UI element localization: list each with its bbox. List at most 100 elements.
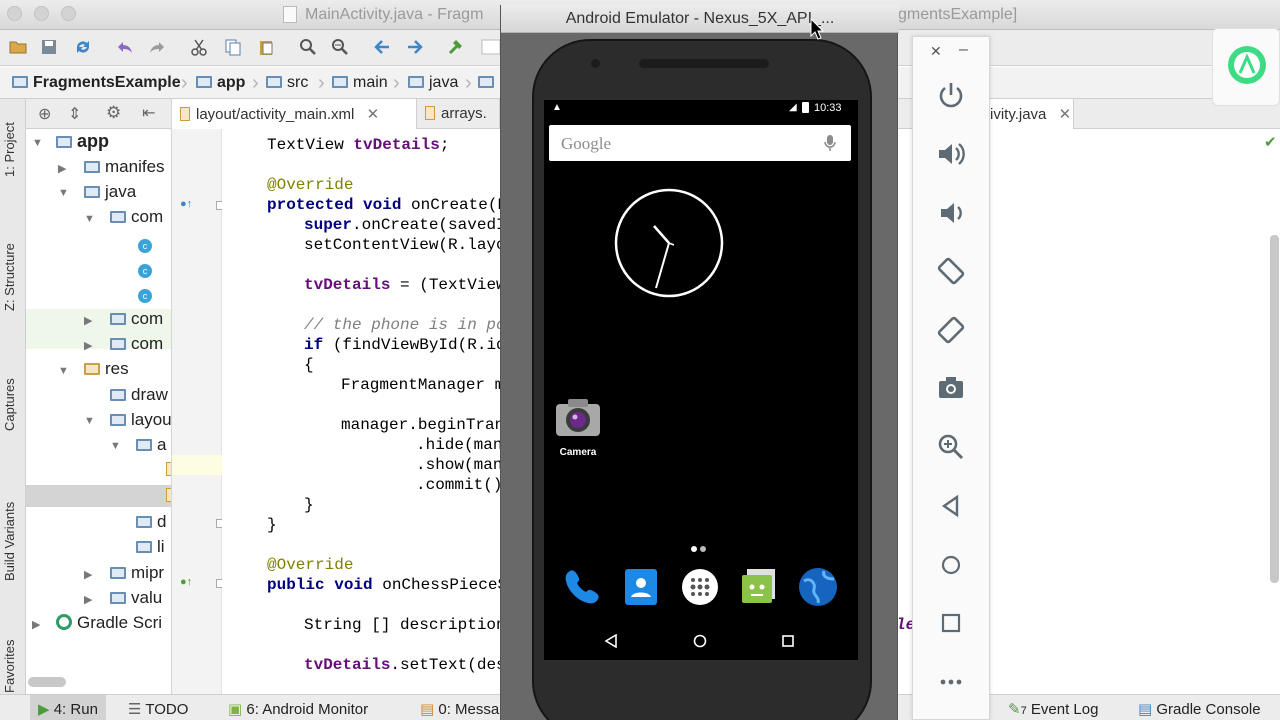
- tool-tab-build-variants[interactable]: Build Variants: [2, 502, 17, 581]
- breadcrumb-java[interactable]: java: [408, 74, 458, 92]
- package-icon: [110, 211, 126, 223]
- run-tool-button[interactable]: ▶ 4: Run: [30, 695, 106, 720]
- tool-tab-project[interactable]: 1: Project: [2, 122, 17, 177]
- screenshot-camera-icon[interactable]: [935, 372, 967, 404]
- tree-item-li[interactable]: li: [136, 537, 165, 557]
- tree-item-class[interactable]: c: [138, 259, 152, 279]
- zoom-icon[interactable]: [935, 431, 967, 463]
- rotate-right-icon[interactable]: [935, 314, 967, 346]
- analog-clock-widget[interactable]: [614, 188, 724, 298]
- google-search-bar[interactable]: Google: [549, 125, 851, 161]
- contacts-app-icon[interactable]: [619, 565, 663, 609]
- expand-icon: ▼: [58, 365, 69, 377]
- tree-item-res[interactable]: res: [84, 359, 129, 379]
- home-icon[interactable]: [935, 549, 967, 581]
- tree-item-package-android-test[interactable]: com: [110, 334, 163, 354]
- class-icon: c: [138, 264, 152, 278]
- close-window-button[interactable]: [7, 6, 22, 21]
- messages-tool-button[interactable]: ▤ 0: Messa: [420, 700, 499, 718]
- gradle-console-tool-button[interactable]: ▤ Gradle Console: [1138, 700, 1261, 718]
- crosshair-icon[interactable]: ⊕: [38, 104, 51, 124]
- tree-item-layout[interactable]: layou: [110, 410, 171, 430]
- project-horizontal-scrollbar[interactable]: [28, 677, 66, 687]
- implement-marker-icon[interactable]: ●↑: [180, 576, 192, 588]
- nav-recents-button[interactable]: [781, 634, 795, 653]
- app-drawer-icon[interactable]: [678, 565, 722, 609]
- emulator-titlebar[interactable]: Android Emulator - Nexus_5X_API_...: [501, 5, 899, 33]
- tree-item-mipmap[interactable]: mipr: [110, 563, 164, 583]
- tree-item-d[interactable]: d: [136, 512, 166, 532]
- close-tab-icon[interactable]: ✕: [1059, 106, 1072, 123]
- browser-app-icon[interactable]: [796, 565, 840, 609]
- undo-icon[interactable]: [114, 37, 136, 59]
- tool-tab-structure[interactable]: Z: Structure: [2, 243, 17, 311]
- tab-activity-main-xml[interactable]: layout/activity_main.xml ✕: [172, 99, 417, 129]
- tree-item-class[interactable]: c: [138, 234, 152, 254]
- code-line: tvDetails.setText(des: [304, 656, 506, 674]
- editor-vertical-scrollbar[interactable]: [1270, 235, 1279, 583]
- tool-tab-captures[interactable]: Captures: [2, 378, 17, 431]
- tool-tab-favorites[interactable]: Favorites: [2, 640, 17, 693]
- zoom-window-button[interactable]: [61, 6, 76, 21]
- tree-item-manifests[interactable]: manifes: [84, 157, 165, 177]
- tree-item-class[interactable]: c: [138, 284, 152, 304]
- tab-main-activity-java[interactable]: ivity.java ✕: [982, 99, 1074, 129]
- minimize-window-button[interactable]: [34, 6, 49, 21]
- volume-down-icon[interactable]: [935, 197, 967, 229]
- find-icon[interactable]: [297, 37, 319, 59]
- back-arrow-icon[interactable]: [371, 37, 393, 59]
- replace-icon[interactable]: [329, 37, 351, 59]
- tree-item-values[interactable]: valu: [110, 588, 162, 608]
- redo-icon[interactable]: [146, 37, 168, 59]
- folder-icon: [12, 76, 28, 88]
- phone-screen[interactable]: ▲ ◢ 10:33 Google Camera: [544, 100, 858, 660]
- run-config-dropdown[interactable]: [480, 37, 501, 59]
- tree-item-package[interactable]: com: [110, 207, 163, 227]
- tree-item-java[interactable]: java: [84, 182, 136, 202]
- camera-app-icon[interactable]: [554, 396, 602, 440]
- minimize-emulator-icon[interactable]: –: [959, 41, 968, 59]
- breadcrumb-app[interactable]: app: [196, 74, 245, 92]
- nav-home-button[interactable]: [693, 634, 707, 653]
- close-tab-icon[interactable]: ✕: [367, 106, 380, 123]
- tree-item-gradle-scripts[interactable]: Gradle Scri: [56, 613, 162, 633]
- more-icon[interactable]: [935, 666, 967, 698]
- collapse-icon: ▶: [84, 569, 93, 581]
- overview-icon[interactable]: [935, 607, 967, 639]
- tree-item-activity-layout[interactable]: a: [136, 435, 166, 455]
- android-monitor-tool-button[interactable]: ▣ 6: Android Monitor: [228, 700, 368, 718]
- save-icon[interactable]: [38, 37, 60, 59]
- forward-arrow-icon[interactable]: [404, 37, 426, 59]
- event-log-tool-button[interactable]: ✎7 Event Log: [1008, 700, 1098, 718]
- back-icon[interactable]: [935, 490, 967, 522]
- breadcrumb-package[interactable]: [478, 74, 499, 92]
- tree-item-package-test[interactable]: com: [110, 309, 163, 329]
- tree-item-app[interactable]: app: [56, 131, 109, 152]
- open-folder-icon[interactable]: [7, 37, 29, 59]
- override-marker-icon[interactable]: ●↑: [180, 198, 192, 210]
- todo-tool-button[interactable]: ☰ TODO: [128, 700, 188, 718]
- messaging-app-icon[interactable]: [737, 565, 781, 609]
- phone-app-icon[interactable]: [560, 565, 604, 609]
- sync-icon[interactable]: [72, 37, 94, 59]
- power-icon[interactable]: [935, 79, 967, 111]
- close-emulator-icon[interactable]: ✕: [930, 43, 942, 60]
- code-line: public void onChessPieceS: [267, 576, 508, 594]
- rotate-left-icon[interactable]: [935, 255, 967, 287]
- breadcrumb-main[interactable]: main: [332, 74, 388, 92]
- tree-item-drawable[interactable]: draw: [110, 385, 168, 405]
- paste-icon[interactable]: [255, 37, 277, 59]
- breadcrumb-project[interactable]: FragmentsExample: [12, 74, 181, 92]
- nav-back-button[interactable]: [604, 633, 618, 653]
- document-icon: [283, 6, 297, 23]
- make-project-hammer-icon[interactable]: [446, 37, 468, 59]
- gear-icon[interactable]: ⚙: [106, 103, 121, 123]
- copy-icon[interactable]: [222, 37, 244, 59]
- microphone-icon[interactable]: [823, 134, 837, 152]
- volume-up-icon[interactable]: [935, 138, 967, 170]
- tab-arrays-xml[interactable]: arrays.: [417, 99, 500, 129]
- cut-icon[interactable]: [188, 37, 210, 59]
- breadcrumb-src[interactable]: src: [266, 74, 308, 92]
- collapse-all-icon[interactable]: ⇕: [68, 104, 81, 124]
- hide-panel-icon[interactable]: ⇤: [142, 103, 155, 123]
